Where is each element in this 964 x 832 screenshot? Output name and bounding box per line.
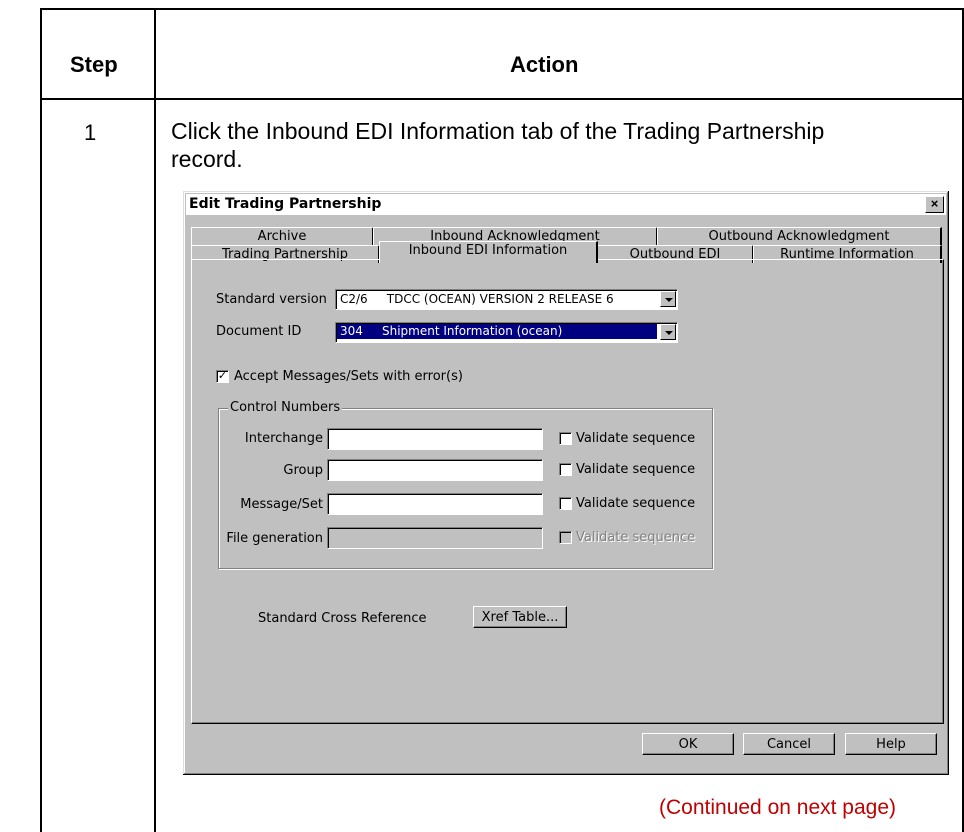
table-border-right	[962, 8, 964, 832]
help-button[interactable]: Help	[845, 733, 937, 755]
chevron-down-icon[interactable]	[660, 291, 676, 307]
dialog-title: Edit Trading Partnership	[189, 196, 382, 212]
xref-table-button[interactable]: Xref Table...	[473, 606, 567, 628]
message-set-input[interactable]	[327, 493, 543, 515]
group-label: Group	[283, 463, 323, 478]
header-action: Action	[510, 52, 579, 77]
tab-archive-label: Archive	[257, 229, 307, 244]
group-input[interactable]	[327, 459, 543, 481]
document-id-label: Document ID	[216, 324, 302, 339]
step-number: 1	[84, 120, 97, 145]
standard-version-select[interactable]: C2/6 TDCC (OCEAN) VERSION 2 RELEASE 6	[335, 289, 678, 310]
document-id-select[interactable]: 304 Shipment Information (ocean)	[335, 322, 678, 343]
table-column-divider	[154, 8, 156, 832]
standard-version-label: Standard version	[216, 292, 327, 307]
interchange-validate-label: Validate sequence	[576, 431, 696, 446]
accept-errors-checkbox[interactable]: ✓	[216, 370, 229, 383]
table-border-top	[40, 8, 964, 10]
group-validate-label: Validate sequence	[576, 462, 696, 477]
chevron-down-icon[interactable]	[660, 324, 676, 340]
dialog-titlebar: Edit Trading Partnership ×	[186, 194, 946, 215]
tab-archive[interactable]: Archive	[191, 227, 374, 245]
file-generation-validate-label: Validate sequence	[576, 530, 696, 545]
message-set-validate-label: Validate sequence	[576, 496, 696, 511]
message-set-label: Message/Set	[240, 497, 323, 512]
accept-errors-label: Accept Messages/Sets with error(s)	[234, 369, 463, 384]
continued-note: (Continued on next page)	[659, 796, 896, 819]
table-border-left	[40, 8, 42, 832]
document-id-value: 304 Shipment Information (ocean)	[337, 324, 657, 339]
control-numbers-title: Control Numbers	[228, 400, 343, 415]
table-header-divider	[40, 98, 964, 100]
file-generation-label: File generation	[226, 531, 323, 546]
header-step: Step	[70, 52, 118, 77]
group-validate-checkbox[interactable]	[559, 463, 572, 476]
cancel-button[interactable]: Cancel	[743, 733, 835, 755]
ok-button[interactable]: OK	[642, 733, 734, 755]
close-icon[interactable]: ×	[925, 196, 944, 213]
tab-inbound-edi-information-label: Inbound EDI Information	[408, 243, 568, 258]
tab-outbound-acknowledgment-label: Outbound Acknowledgment	[708, 229, 890, 244]
file-generation-validate-checkbox	[559, 531, 572, 544]
file-generation-input	[327, 527, 543, 549]
standard-version-value: C2/6 TDCC (OCEAN) VERSION 2 RELEASE 6	[340, 292, 614, 306]
message-set-validate-checkbox[interactable]	[559, 497, 572, 510]
xref-label: Standard Cross Reference	[258, 611, 427, 626]
step-action-text: Click the Inbound EDI Information tab of…	[171, 118, 825, 172]
interchange-input[interactable]	[327, 428, 543, 450]
tab-inbound-edi-information[interactable]: Inbound EDI Information	[379, 241, 598, 263]
interchange-validate-checkbox[interactable]	[559, 432, 572, 445]
tab-outbound-acknowledgment[interactable]: Outbound Acknowledgment	[657, 227, 942, 245]
interchange-label: Interchange	[244, 431, 323, 446]
